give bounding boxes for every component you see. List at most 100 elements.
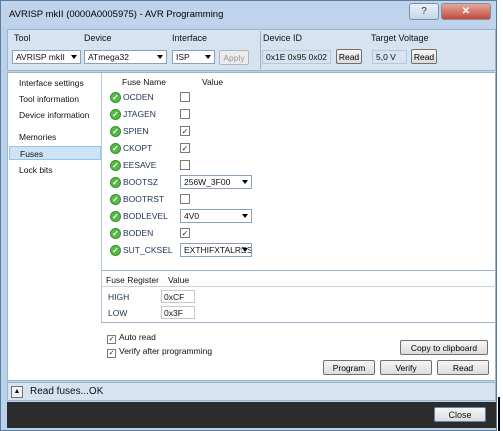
toolbar: Tool AVRISP mkII Device ATmega32 Interfa… [7,29,496,71]
verify-label: Verify after programming [119,346,213,356]
device-id-label: Device ID [263,33,303,43]
fuse-checkbox-ocden[interactable] [180,92,190,102]
verify-button[interactable]: Verify [380,360,432,375]
voltage-read-button[interactable]: Read [411,49,437,64]
fuse-name: JTAGEN [123,109,156,119]
check-circle-icon: ✓ [110,228,121,239]
chevron-down-icon [242,180,248,184]
close-icon: ✕ [461,6,471,17]
program-button[interactable]: Program [323,360,375,375]
fuse-row-ckopt: ✓ CKOPT ✓ [110,141,310,156]
register-name-high: HIGH [108,292,130,302]
sidebar-nav: Interface settings Tool information Devi… [8,73,101,380]
fuse-select-bootsz[interactable]: 256W_3F00 [180,175,252,189]
fuse-row-boden: ✓ BODEN ✓ [110,226,310,241]
device-select[interactable]: ATmega32 [84,50,167,64]
fuse-checkbox-eesave[interactable] [180,160,190,170]
interface-label: Interface [172,33,208,43]
fuse-row-bootsz: ✓ BOOTSZ 256W_3F00 [110,175,310,190]
fuse-select-value: 256W_3F00 [184,177,231,187]
fuse-row-bodlevel: ✓ BODLEVEL 4V0 [110,209,310,224]
fuse-name: SUT_CKSEL [123,245,173,255]
main-panel: Interface settings Tool information Devi… [7,72,496,381]
header-divider [102,286,496,287]
device-id-value: 0x1E 0x95 0x02 [262,50,331,64]
window-title: AVRISP mkII (0000A0005975) - AVR Program… [9,9,224,20]
sidebar-item-tool-information[interactable]: Tool information [9,92,101,106]
check-circle-icon: ✓ [110,109,121,120]
target-voltage-label: Target Voltage [371,33,429,43]
chevron-down-icon [205,55,211,59]
footer-bar: Close [7,402,496,428]
fuse-name: BOOTRST [123,194,165,204]
tool-label: Tool [14,33,31,43]
read-button[interactable]: Read [437,360,489,375]
status-message: Read fuses...OK [30,386,104,397]
interface-select[interactable]: ISP [172,50,215,64]
fuse-value-header: Value [202,77,224,87]
check-circle-icon: ✓ [110,194,121,205]
auto-read-label: Auto read [119,332,156,342]
fuse-name: SPIEN [123,126,149,136]
fuse-select-sut-cksel[interactable]: EXTHIFXTALRES_16KCK_64MS [180,243,252,257]
fuse-name: BODLEVEL [123,211,168,221]
help-icon: ? [421,6,427,17]
close-button[interactable]: Close [434,407,486,422]
fuse-checkbox-bootrst[interactable] [180,194,190,204]
help-button[interactable]: ? [409,3,439,20]
verify-checkbox[interactable]: ✓ [107,349,116,358]
fuse-register-value-header: Value [168,275,190,285]
fuse-row-spien: ✓ SPIEN ✓ [110,124,310,139]
check-circle-icon: ✓ [110,211,121,222]
chevron-down-icon [242,248,248,252]
fuse-row-bootrst: ✓ BOOTRST [110,192,310,207]
fuse-name: BOOTSZ [123,177,158,187]
chevron-down-icon [242,214,248,218]
tool-select[interactable]: AVRISP mkII [12,50,81,64]
fuse-checkbox-jtagen[interactable] [180,109,190,119]
window-close-button[interactable]: ✕ [441,3,491,20]
fuse-table: Fuse Name Value ✓ OCDEN ✓ JTAGEN ✓ SPIEN… [101,73,496,271]
sidebar-item-interface-settings[interactable]: Interface settings [9,76,101,90]
register-value-high[interactable]: 0xCF [161,290,195,303]
register-value-low[interactable]: 0x3F [161,306,195,319]
tool-select-value: AVRISP mkII [16,52,65,62]
auto-read-checkbox[interactable]: ✓ [107,335,116,344]
sidebar-item-lock-bits[interactable]: Lock bits [9,163,101,177]
fuse-name: BODEN [123,228,154,238]
auto-read-option[interactable]: ✓ Auto read [107,332,156,344]
chevron-down-icon [157,55,163,59]
sidebar-item-fuses[interactable]: Fuses [9,146,101,160]
interface-select-value: ISP [176,52,190,62]
fuse-register-header: Fuse Register [106,275,159,285]
fuse-checkbox-spien[interactable]: ✓ [180,126,190,136]
expand-log-button[interactable]: ▲ [11,386,23,398]
sidebar-item-memories[interactable]: Memories [9,130,101,144]
fuse-row-eesave: ✓ EESAVE [110,158,310,173]
status-bar: ▲ Read fuses...OK [7,382,496,401]
fuse-checkbox-ckopt[interactable]: ✓ [180,143,190,153]
check-circle-icon: ✓ [110,126,121,137]
check-circle-icon: ✓ [110,92,121,103]
check-circle-icon: ✓ [110,143,121,154]
fuse-row-jtagen: ✓ JTAGEN [110,107,310,122]
chevron-down-icon [71,55,77,59]
check-circle-icon: ✓ [110,245,121,256]
target-voltage-value: 5,0 V [372,50,407,64]
device-select-value: ATmega32 [88,52,129,62]
title-bar[interactable]: AVRISP mkII (0000A0005975) - AVR Program… [1,1,496,27]
fuse-checkbox-boden[interactable]: ✓ [180,228,190,238]
device-id-read-button[interactable]: Read [336,49,362,64]
fuse-select-bodlevel[interactable]: 4V0 [180,209,252,223]
fuse-row-sut-cksel: ✓ SUT_CKSEL EXTHIFXTALRES_16KCK_64MS [110,243,310,258]
apply-button[interactable]: Apply [219,50,249,65]
device-label: Device [84,33,112,43]
check-circle-icon: ✓ [110,160,121,171]
verify-option[interactable]: ✓ Verify after programming [107,346,212,358]
fuse-name-header: Fuse Name [122,77,166,87]
copy-to-clipboard-button[interactable]: Copy to clipboard [400,340,488,355]
fuse-row-ocden: ✓ OCDEN [110,90,310,105]
programming-dialog: AVRISP mkII (0000A0005975) - AVR Program… [0,0,497,431]
sidebar-item-device-information[interactable]: Device information [9,108,101,122]
register-name-low: LOW [108,308,128,318]
